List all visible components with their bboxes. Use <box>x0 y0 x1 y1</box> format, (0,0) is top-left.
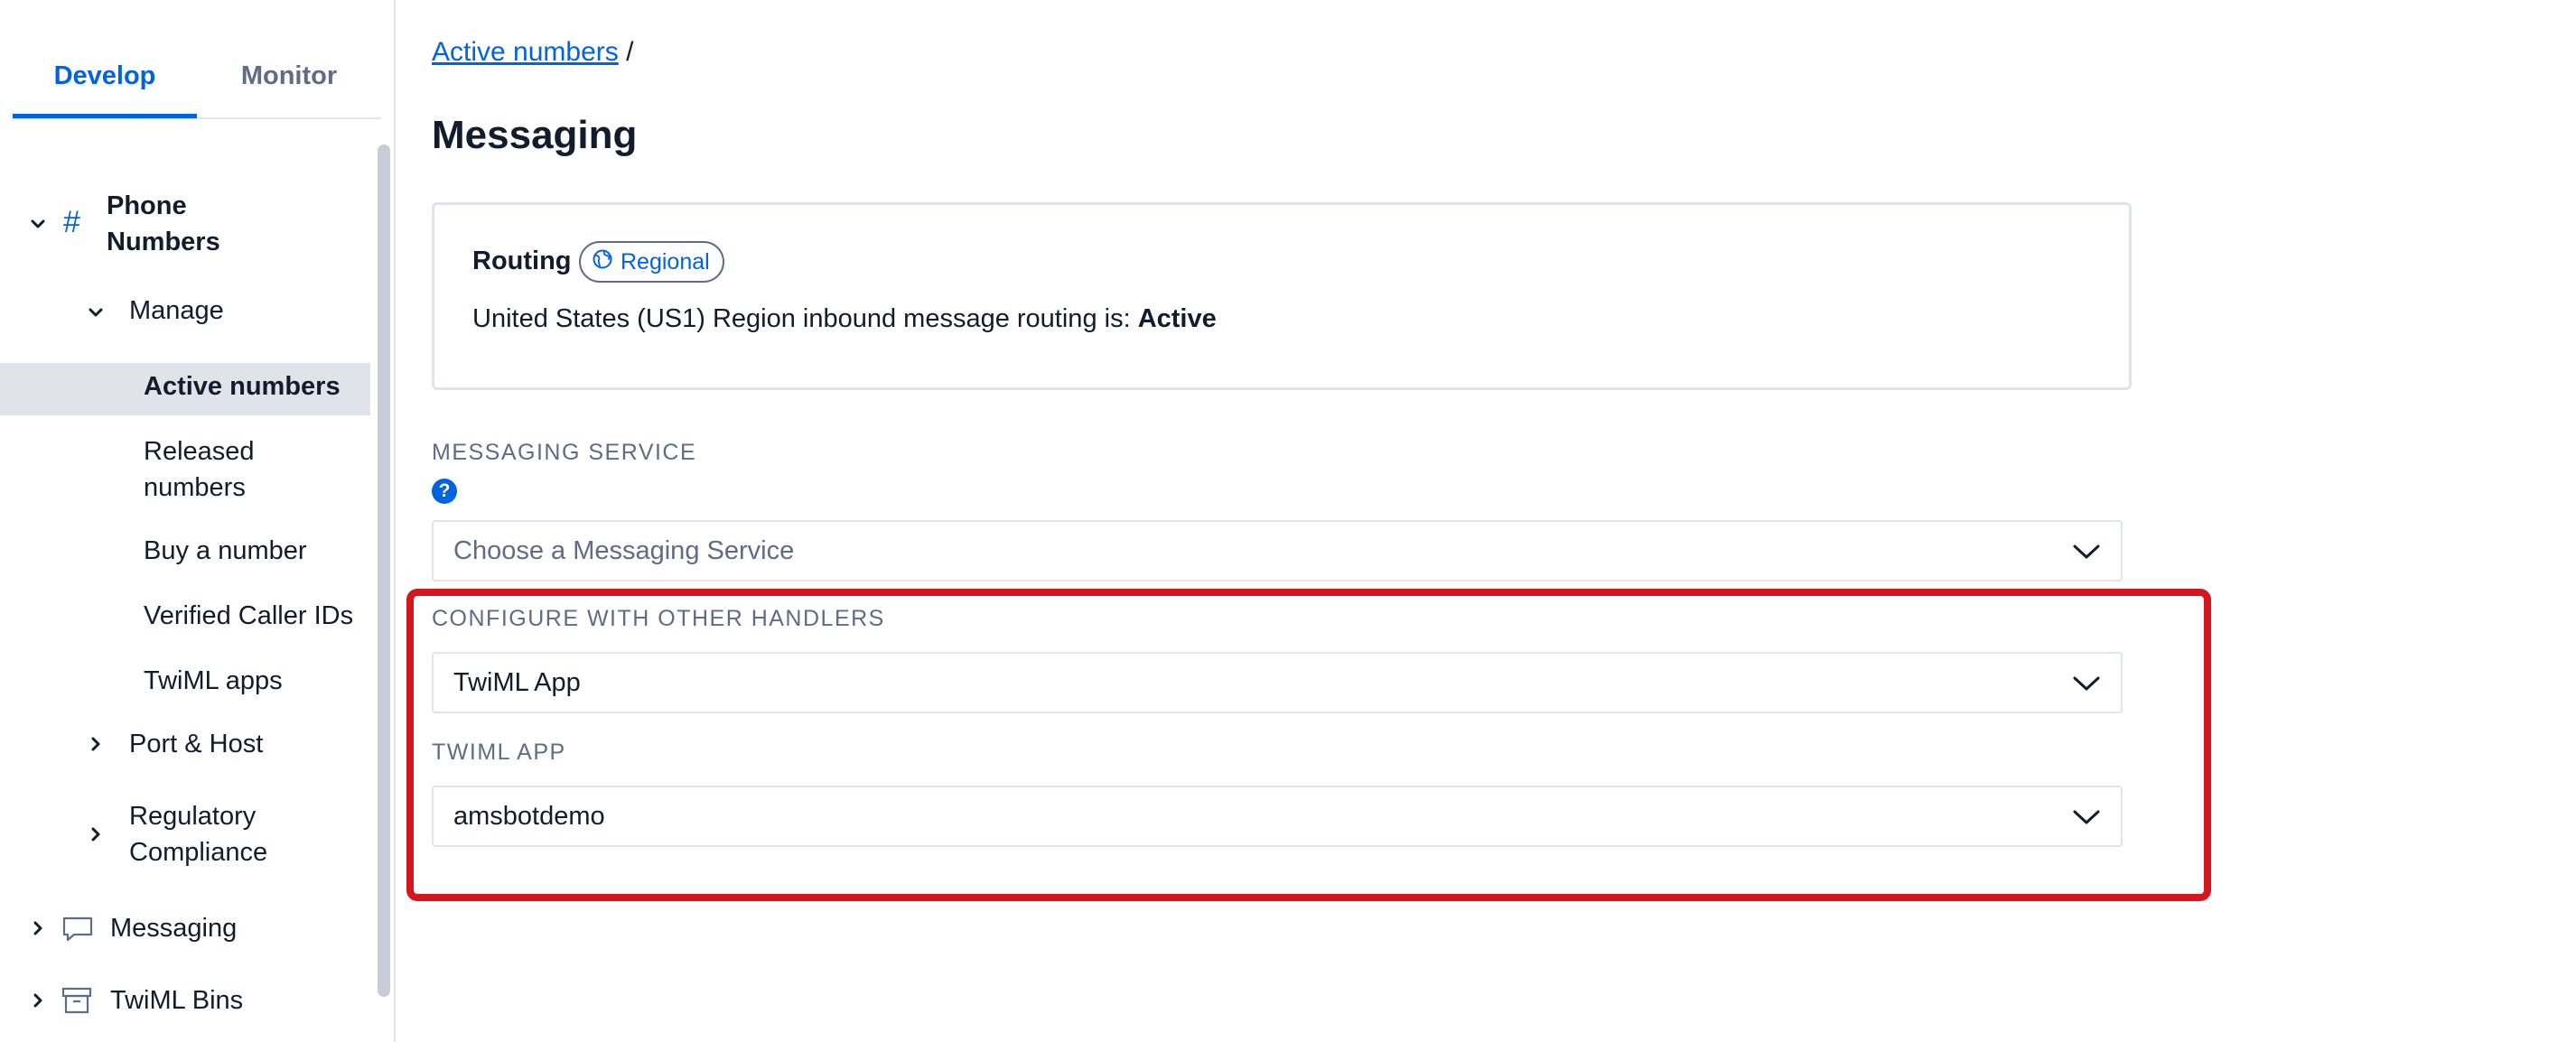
tab-develop[interactable]: Develop <box>13 58 197 94</box>
messaging-service-label: MESSAGING SERVICE <box>432 440 697 465</box>
regional-badge: Regional <box>579 241 724 283</box>
chevron-right-icon[interactable] <box>29 991 47 1009</box>
twiml-app-select[interactable]: amsbotdemo <box>432 786 2123 847</box>
sidebar-item-label: Released <box>144 437 255 466</box>
sidebar-item-manage[interactable]: Manage <box>129 293 224 329</box>
sidebar-scrollbar-thumb[interactable] <box>378 144 390 997</box>
help-icon[interactable]: ? <box>432 479 457 504</box>
twiml-app-value: amsbotdemo <box>453 802 605 831</box>
page-title: Messaging <box>432 113 638 157</box>
sidebar-item-released-numbers[interactable]: Released numbers <box>144 433 255 506</box>
chevron-down-icon <box>2072 542 2101 562</box>
globe-icon <box>592 248 613 276</box>
main-content: Active numbers / Messaging Routing Regio… <box>397 0 2576 1042</box>
breadcrumb: Active numbers / <box>432 34 633 70</box>
chevron-down-icon[interactable] <box>29 215 47 233</box>
sidebar-item-label: Phone <box>107 191 187 220</box>
sidebar-item-regulatory-compliance[interactable]: Regulatory Compliance <box>129 798 267 870</box>
chevron-right-icon[interactable] <box>87 735 105 753</box>
sidebar-item-twiml-bins[interactable]: TwiML Bins <box>110 982 243 1019</box>
archive-box-icon <box>61 986 92 1015</box>
regional-badge-label: Regional <box>621 248 710 274</box>
twiml-app-label: TWIML APP <box>432 740 566 765</box>
sidebar-item-label: Compliance <box>129 838 268 867</box>
sidebar-item-active-numbers[interactable]: Active numbers <box>144 368 341 405</box>
routing-card: Routing Regional United States (US1) Reg… <box>432 202 2132 390</box>
sidebar-tabs: Develop Monitor <box>13 0 381 119</box>
sidebar-item-label: numbers <box>144 473 246 502</box>
chevron-right-icon[interactable] <box>29 919 47 937</box>
sidebar: Develop Monitor # Phone Numbers Manage A… <box>0 0 396 1042</box>
routing-label: Routing <box>472 247 572 275</box>
chat-bubble-icon <box>61 916 94 943</box>
highlight-annotation-box <box>406 589 2211 901</box>
other-handlers-select[interactable]: TwiML App <box>432 652 2123 713</box>
sidebar-item-buy-a-number[interactable]: Buy a number <box>144 533 307 569</box>
other-handlers-label: CONFIGURE WITH OTHER HANDLERS <box>432 606 885 631</box>
messaging-service-select[interactable]: Choose a Messaging Service <box>432 520 2123 581</box>
breadcrumb-link-active-numbers[interactable]: Active numbers <box>432 37 619 67</box>
chevron-down-icon <box>2072 807 2101 827</box>
sidebar-item-label: Regulatory <box>129 802 257 831</box>
sidebar-item-messaging[interactable]: Messaging <box>110 910 237 946</box>
messaging-service-placeholder: Choose a Messaging Service <box>453 536 795 565</box>
routing-status-prefix: United States (US1) Region inbound messa… <box>472 304 1131 333</box>
sidebar-item-label: Numbers <box>107 228 220 256</box>
other-handlers-value: TwiML App <box>453 668 581 697</box>
active-tab-indicator <box>13 114 197 118</box>
chevron-down-icon <box>2072 674 2101 693</box>
routing-status-value: Active <box>1137 304 1217 333</box>
sidebar-item-verified-caller-ids[interactable]: Verified Caller IDs <box>144 598 353 634</box>
sidebar-item-twiml-apps[interactable]: TwiML apps <box>144 663 283 699</box>
chevron-right-icon[interactable] <box>87 825 105 843</box>
hash-icon: # <box>63 205 80 239</box>
tab-monitor[interactable]: Monitor <box>197 58 381 94</box>
breadcrumb-separator: / <box>626 37 634 67</box>
chevron-down-icon[interactable] <box>87 303 105 321</box>
sidebar-item-port-host[interactable]: Port & Host <box>129 726 263 762</box>
sidebar-item-phone-numbers[interactable]: Phone Numbers <box>107 188 269 260</box>
routing-status-text: United States (US1) Region inbound messa… <box>472 301 1217 337</box>
